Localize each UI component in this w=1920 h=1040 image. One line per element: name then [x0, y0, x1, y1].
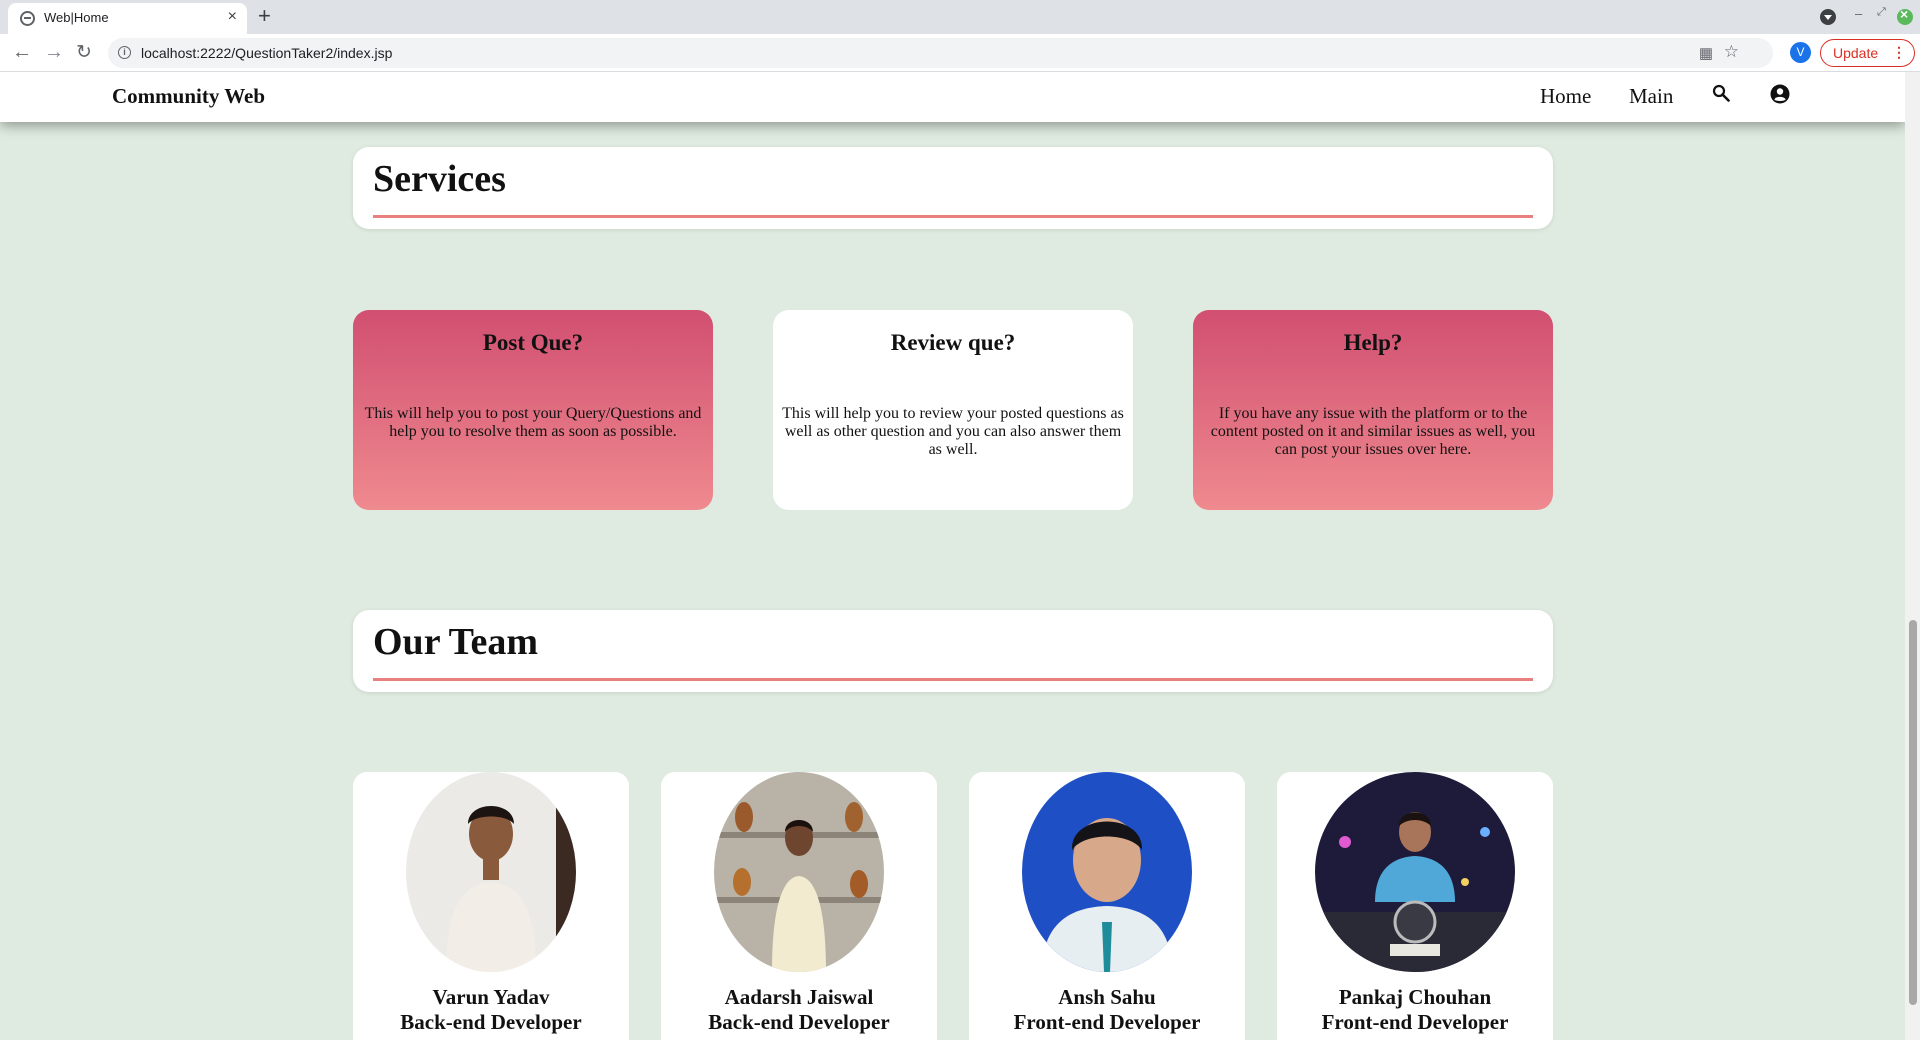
window-close-button[interactable]	[1897, 6, 1913, 25]
address-bar[interactable]: i localhost:2222/QuestionTaker2/index.js…	[108, 38, 1773, 68]
browser-menu-icon[interactable]: ⋮	[1892, 44, 1906, 61]
team-member-card: Varun Yadav Back-end Developer	[353, 772, 629, 1040]
team-member-card: Pankaj Chouhan Front-end Developer	[1277, 772, 1553, 1040]
url-text[interactable]: localhost:2222/QuestionTaker2/index.jsp	[141, 45, 392, 61]
page-scrollbar[interactable]	[1905, 72, 1920, 1040]
tab-close-button[interactable]: ×	[228, 8, 237, 26]
member-role: Front-end Developer	[1013, 1010, 1201, 1034]
back-button[interactable]: ←	[12, 41, 32, 64]
member-photo	[714, 772, 884, 972]
member-photo	[1022, 772, 1192, 972]
window-maximize-button[interactable]: ⤢	[1877, 6, 1886, 19]
star-icon[interactable]: ☆	[1724, 42, 1739, 62]
service-card-text: This will help you to review your posted…	[782, 405, 1124, 458]
service-card-title: Review que?	[890, 330, 1016, 355]
member-photo	[1315, 772, 1515, 972]
page-viewport: Community Web Home Main Services Post Qu…	[0, 72, 1905, 1040]
nav-link-main[interactable]: Main	[1629, 84, 1673, 109]
site-brand[interactable]: Community Web	[112, 84, 265, 109]
update-button[interactable]: Update ⋮	[1820, 39, 1915, 67]
member-name: Aadarsh Jaiswal	[724, 985, 874, 1009]
services-title: Services	[373, 158, 506, 200]
service-card-post[interactable]: Post Que? This will help you to post you…	[353, 310, 713, 510]
team-divider	[373, 678, 1533, 681]
member-name: Ansh Sahu	[1058, 985, 1156, 1009]
member-name: Varun Yadav	[432, 985, 550, 1009]
reload-button[interactable]: ↻	[76, 41, 92, 64]
new-tab-button[interactable]: +	[258, 3, 271, 29]
window-minimize-button[interactable]: –	[1855, 6, 1862, 21]
service-card-help[interactable]: Help? If you have any issue with the pla…	[1193, 310, 1553, 510]
profile-avatar[interactable]: V	[1790, 42, 1811, 63]
services-header: Services	[353, 147, 1553, 229]
service-card-text: This will help you to post your Query/Qu…	[364, 405, 702, 440]
team-member-card: Ansh Sahu Front-end Developer	[969, 772, 1245, 1040]
search-icon[interactable]	[1712, 84, 1730, 102]
service-card-title: Help?	[1343, 330, 1403, 355]
browser-toolbar: ← → ↻ i localhost:2222/QuestionTaker2/in…	[0, 34, 1920, 72]
forward-button[interactable]: →	[44, 41, 64, 64]
account-icon[interactable]	[1770, 84, 1790, 104]
tab-title: Web|Home	[44, 10, 109, 25]
team-title: Our Team	[373, 621, 539, 663]
scrollbar-thumb[interactable]	[1909, 620, 1917, 1005]
update-label: Update	[1833, 45, 1879, 61]
team-header: Our Team	[353, 610, 1553, 692]
globe-icon	[20, 11, 35, 26]
tab-search-icon[interactable]	[1820, 9, 1836, 25]
browser-tab[interactable]: Web|Home ×	[8, 3, 247, 34]
services-divider	[373, 215, 1533, 218]
team-member-card: Aadarsh Jaiswal Back-end Developer	[661, 772, 937, 1040]
service-card-title: Post Que?	[482, 330, 584, 355]
member-photo	[406, 772, 576, 972]
browser-tabstrip: Web|Home × + – ⤢	[0, 0, 1920, 34]
qr-icon[interactable]: ▦	[1699, 44, 1713, 62]
site-info-icon[interactable]: i	[118, 46, 131, 59]
member-role: Front-end Developer	[1321, 1010, 1509, 1034]
service-card-text: If you have any issue with the platform …	[1210, 405, 1536, 458]
nav-link-home[interactable]: Home	[1540, 84, 1591, 109]
site-navbar: Community Web Home Main	[0, 72, 1905, 122]
member-role: Back-end Developer	[708, 1010, 890, 1034]
member-role: Back-end Developer	[400, 1010, 582, 1034]
service-card-review[interactable]: Review que? This will help you to review…	[773, 310, 1133, 510]
member-name: Pankaj Chouhan	[1338, 985, 1492, 1009]
